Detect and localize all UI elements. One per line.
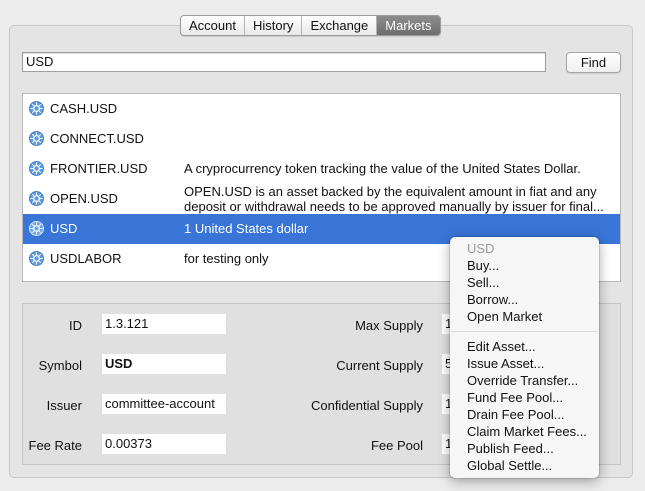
asset-row-open-usd[interactable]: OPEN.USD OPEN.USD is an asset backed by …	[23, 184, 620, 214]
asset-symbol: USDLABOR	[50, 251, 122, 266]
menu-item-publish-feed[interactable]: Publish Feed...	[450, 440, 599, 457]
asset-symbol: OPEN.USD	[50, 191, 118, 206]
tab-bar: Account History Exchange Markets	[180, 15, 441, 36]
issuer-label: Issuer	[46, 398, 82, 413]
tab-markets[interactable]: Markets	[377, 16, 440, 35]
menu-item-borrow[interactable]: Borrow...	[450, 291, 599, 308]
asset-icon	[29, 191, 44, 206]
issuer-field[interactable]: committee-account	[102, 394, 226, 414]
menu-item-edit-asset[interactable]: Edit Asset...	[450, 338, 599, 355]
menu-item-claim-market-fees[interactable]: Claim Market Fees...	[450, 423, 599, 440]
menu-item-global-settle[interactable]: Global Settle...	[450, 457, 599, 474]
menu-item-buy[interactable]: Buy...	[450, 257, 599, 274]
asset-row-frontier-usd[interactable]: FRONTIER.USD A cryprocurrency token trac…	[23, 154, 620, 184]
symbol-label: Symbol	[38, 358, 82, 373]
asset-symbol: FRONTIER.USD	[50, 161, 148, 176]
current-supply-label: Current Supply	[336, 358, 423, 373]
asset-symbol: USD	[50, 221, 78, 236]
asset-icon	[29, 161, 44, 176]
max-supply-label: Max Supply	[355, 318, 423, 333]
asset-description: OPEN.USD is an asset backed by the equiv…	[184, 184, 616, 214]
id-field[interactable]: 1.3.121	[102, 314, 226, 334]
asset-description: A cryprocurrency token tracking the valu…	[184, 161, 581, 176]
asset-description: 1 United States dollar	[184, 221, 309, 236]
asset-context-menu: USD Buy... Sell... Borrow... Open Market…	[450, 237, 599, 478]
tab-exchange[interactable]: Exchange	[302, 16, 378, 35]
tab-history[interactable]: History	[245, 16, 303, 35]
asset-description-line: deposit or withdrawal needs to be approv…	[184, 199, 604, 214]
asset-row-cash-usd[interactable]: CASH.USD	[23, 94, 620, 124]
fee-pool-label: Fee Pool	[370, 438, 423, 453]
asset-symbol: CONNECT.USD	[50, 131, 144, 146]
asset-icon	[29, 221, 44, 236]
id-label: ID	[69, 318, 82, 333]
confidential-supply-label: Confidential Supply	[310, 398, 423, 413]
asset-description: for testing only	[184, 251, 269, 266]
asset-icon	[29, 251, 44, 266]
asset-icon	[29, 101, 44, 116]
asset-description-line: OPEN.USD is an asset backed by the equiv…	[184, 184, 597, 199]
menu-item-override-transfer[interactable]: Override Transfer...	[450, 372, 599, 389]
menu-item-issue-asset[interactable]: Issue Asset...	[450, 355, 599, 372]
menu-item-drain-fee-pool[interactable]: Drain Fee Pool...	[450, 406, 599, 423]
fee-rate-field[interactable]: 0.00373	[102, 434, 226, 454]
symbol-field[interactable]: USD	[102, 354, 226, 374]
menu-separator	[451, 331, 598, 332]
asset-row-connect-usd[interactable]: CONNECT.USD	[23, 124, 620, 154]
menu-item-sell[interactable]: Sell...	[450, 274, 599, 291]
menu-header: USD	[467, 241, 495, 256]
asset-icon	[29, 131, 44, 146]
menu-item-open-market[interactable]: Open Market	[450, 308, 599, 325]
fee-rate-label: Fee Rate	[28, 438, 82, 453]
asset-symbol: CASH.USD	[50, 101, 118, 116]
menu-item-fund-fee-pool[interactable]: Fund Fee Pool...	[450, 389, 599, 406]
find-button[interactable]: Find	[566, 52, 621, 73]
search-input[interactable]: USD	[22, 52, 546, 72]
tab-account[interactable]: Account	[181, 16, 245, 35]
